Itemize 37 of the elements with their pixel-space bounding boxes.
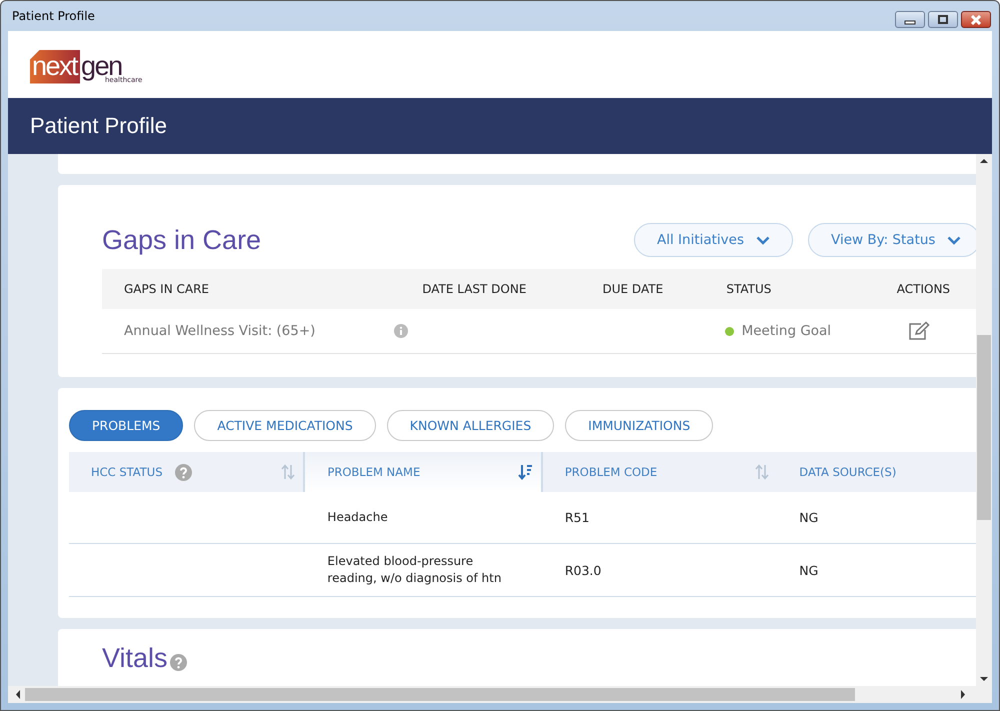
column-header: GAPS IN CARE xyxy=(123,282,210,296)
edit-icon[interactable] xyxy=(908,321,930,341)
column-header: ACTIONS xyxy=(896,282,952,296)
tab[interactable]: PROBLEMS xyxy=(69,410,184,441)
table-cell: R51 xyxy=(564,510,590,525)
table-cell-text: Headache xyxy=(327,509,389,526)
sort-descending-icon[interactable] xyxy=(518,464,533,480)
column-header: DATE LAST DONE xyxy=(422,282,528,296)
column-header[interactable]: HCC STATUS xyxy=(91,465,163,479)
close-icon xyxy=(969,14,983,24)
section-title: Gaps in Care xyxy=(102,224,262,256)
table-cell-text: Elevated blood-pressure reading, w/o diagnosis of htn xyxy=(327,553,502,587)
filter-dropdown[interactable]: View By: Status xyxy=(808,223,976,257)
tab[interactable]: IMMUNIZATIONS xyxy=(565,410,714,441)
column-header: STATUS xyxy=(726,282,772,296)
maximize-icon xyxy=(936,14,950,24)
column-header[interactable]: PROBLEM NAME xyxy=(327,465,420,479)
table-cell: NG xyxy=(799,510,818,525)
table-cell: R03.0 xyxy=(564,562,602,578)
tab[interactable]: ACTIVE MEDICATIONS xyxy=(194,410,376,441)
status-text: Meeting Goal xyxy=(742,323,832,339)
chevron-down-icon xyxy=(947,236,962,244)
filter-dropdown[interactable]: All Initiatives xyxy=(634,223,793,257)
table-cell: Annual Wellness Visit: (65+) xyxy=(124,323,316,339)
section-title: Vitals xyxy=(102,643,168,674)
tab[interactable]: KNOWN ALLERGIES xyxy=(386,410,554,441)
window-title: Patient Profile xyxy=(12,9,95,23)
column-header: DUE DATE xyxy=(602,282,664,296)
chevron-down-icon xyxy=(756,236,770,244)
table-cell: NG xyxy=(799,562,818,578)
minimize-button[interactable] xyxy=(895,11,925,28)
maximize-button[interactable] xyxy=(928,11,958,28)
column-header[interactable]: PROBLEM CODE xyxy=(564,465,658,479)
column-header[interactable]: DATA SOURCE(S) xyxy=(799,465,896,479)
close-button[interactable] xyxy=(961,11,991,28)
vertical-scrollbar[interactable] xyxy=(976,154,992,686)
page-title: Patient Profile xyxy=(30,113,167,139)
